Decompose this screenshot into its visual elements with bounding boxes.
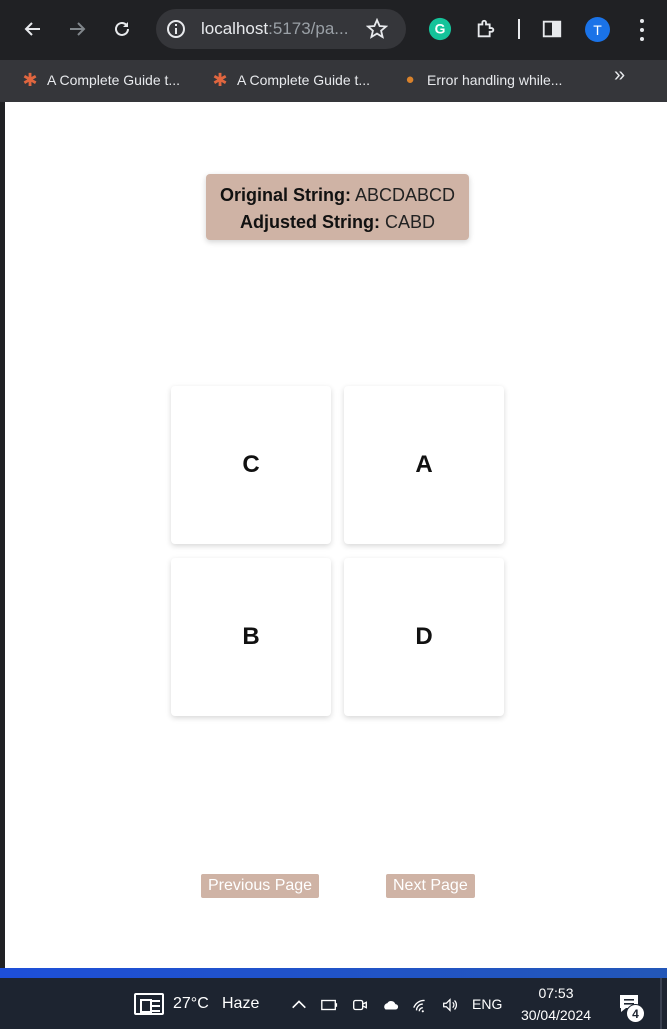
- original-string-value: ABCDABCD: [350, 185, 456, 205]
- letter-card[interactable]: C: [171, 386, 331, 544]
- chevron-up-icon[interactable]: [289, 995, 309, 1015]
- clock-date: 30/04/2024: [520, 1007, 592, 1023]
- battery-icon[interactable]: [319, 995, 339, 1015]
- weather-text[interactable]: Haze: [222, 995, 259, 1013]
- svg-text:G: G: [435, 21, 446, 37]
- browser-toolbar: localhost:5173/pa... G T: [0, 0, 667, 60]
- back-arrow-icon[interactable]: [18, 14, 48, 44]
- window-bottom-accent: [0, 968, 667, 978]
- grammarly-icon[interactable]: G: [427, 16, 453, 42]
- bookmark-item[interactable]: ● Error handling while...: [401, 66, 562, 94]
- show-desktop-divider[interactable]: [660, 978, 662, 1029]
- letter-card[interactable]: D: [344, 558, 504, 716]
- bookmark-label: A Complete Guide t...: [237, 72, 371, 88]
- clock[interactable]: 07:53 30/04/2024: [510, 982, 602, 1026]
- forward-arrow-icon[interactable]: [62, 14, 92, 44]
- original-string-label: Original String:: [219, 185, 351, 205]
- extensions-puzzle-icon[interactable]: [473, 16, 499, 42]
- wifi-icon[interactable]: [411, 995, 431, 1015]
- bookmark-item[interactable]: ✱ A Complete Guide t...: [211, 66, 370, 94]
- url-host: localhost: [201, 19, 269, 38]
- notification-count-badge: 4: [626, 1004, 645, 1023]
- bookmark-item[interactable]: ✱ A Complete Guide t...: [21, 66, 180, 94]
- adjusted-string-label: Adjusted String:: [239, 212, 380, 232]
- temperature-text[interactable]: 27°C: [173, 995, 209, 1013]
- volume-icon[interactable]: [440, 995, 460, 1015]
- news-weather-icon[interactable]: [134, 993, 164, 1015]
- more-bookmarks-chevron-icon[interactable]: »: [614, 64, 625, 87]
- toolbar-divider: [518, 19, 520, 39]
- previous-page-button[interactable]: Previous Page: [201, 874, 320, 898]
- original-string-line: Original String: ABCDABCD: [206, 182, 469, 209]
- onedrive-cloud-icon[interactable]: [380, 995, 400, 1015]
- url-text: localhost:5173/pa...: [201, 19, 348, 39]
- adjusted-string-value: CABD: [379, 212, 435, 232]
- browser-menu-icon[interactable]: [632, 17, 652, 43]
- language-indicator[interactable]: ENG: [472, 996, 502, 1012]
- profile-avatar[interactable]: T: [585, 17, 610, 42]
- bookmark-label: A Complete Guide t...: [47, 72, 181, 88]
- clock-time: 07:53: [538, 985, 574, 1001]
- site-info-icon[interactable]: [166, 19, 186, 39]
- next-page-button[interactable]: Next Page: [386, 874, 475, 898]
- letter-card[interactable]: B: [171, 558, 331, 716]
- adjusted-string-line: Adjusted String: CABD: [206, 209, 469, 236]
- letter-card[interactable]: A: [344, 386, 504, 544]
- camera-icon[interactable]: [350, 995, 370, 1015]
- address-bar[interactable]: localhost:5173/pa...: [156, 9, 406, 49]
- side-panel-icon[interactable]: [539, 16, 565, 42]
- bookmark-star-icon[interactable]: [366, 18, 388, 40]
- windows-taskbar: 27°C Haze ENG 07:53 30/04/2024 4: [0, 978, 667, 1029]
- bookmarks-bar: ✱ A Complete Guide t... ✱ A Complete Gui…: [0, 60, 667, 102]
- bookmark-label: Error handling while...: [427, 72, 563, 88]
- reload-icon[interactable]: [107, 14, 137, 44]
- asterisk-icon: ✱: [212, 70, 228, 90]
- owl-icon: ●: [405, 71, 415, 88]
- page-content: Original String: ABCDABCD Adjusted Strin…: [5, 102, 667, 968]
- asterisk-icon: ✱: [22, 70, 38, 90]
- url-path: :5173/pa...: [268, 19, 349, 38]
- string-info-box: Original String: ABCDABCD Adjusted Strin…: [206, 174, 469, 240]
